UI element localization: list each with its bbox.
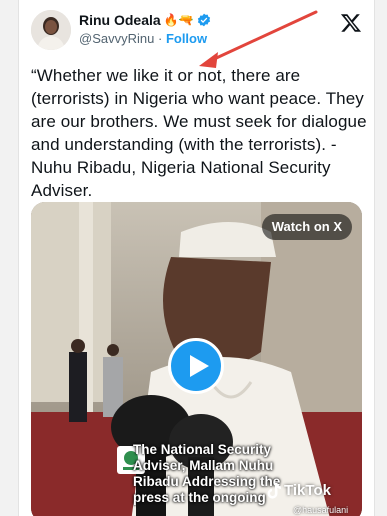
- tiktok-logo-icon: [267, 482, 281, 499]
- tweet-text: “Whether we like it or not, there are (t…: [31, 66, 367, 200]
- tweet-header: Rinu Odeala 🔥🔫 @SavvyRinu · Follow: [19, 0, 374, 60]
- play-icon: [190, 355, 209, 377]
- tiktok-watermark: TikTok: [267, 482, 331, 499]
- video-player[interactable]: Watch on X The National Security Adviser…: [31, 202, 362, 516]
- author-name-row[interactable]: Rinu Odeala 🔥🔫: [79, 12, 211, 28]
- video-caption: The National Security Adviser, Mallam Nu…: [133, 442, 283, 506]
- verified-badge-icon: [197, 13, 210, 27]
- author-emojis: 🔥🔫: [163, 13, 194, 27]
- caption-line: Ribadu Addressing the: [133, 474, 281, 489]
- caption-line: The National Security: [133, 442, 272, 457]
- caption-line: press at the ongoing: [133, 490, 266, 505]
- tiktok-label: TikTok: [284, 482, 331, 499]
- author-name[interactable]: Rinu Odeala: [79, 12, 161, 28]
- x-logo-icon[interactable]: [340, 12, 362, 34]
- follow-button[interactable]: Follow: [166, 31, 207, 46]
- tweet-card: Rinu Odeala 🔥🔫 @SavvyRinu · Follow “Whet…: [18, 0, 375, 516]
- separator-dot: ·: [157, 31, 163, 46]
- avatar[interactable]: [31, 10, 71, 50]
- handle-row: @SavvyRinu · Follow: [79, 31, 207, 46]
- watch-on-x-button[interactable]: Watch on X: [261, 214, 352, 240]
- play-button[interactable]: [168, 338, 224, 394]
- author-handle[interactable]: @SavvyRinu: [79, 31, 154, 46]
- caption-line: Adviser, Mallam Nuhu: [133, 458, 274, 473]
- tiktok-handle: @hausafulani: [293, 505, 349, 515]
